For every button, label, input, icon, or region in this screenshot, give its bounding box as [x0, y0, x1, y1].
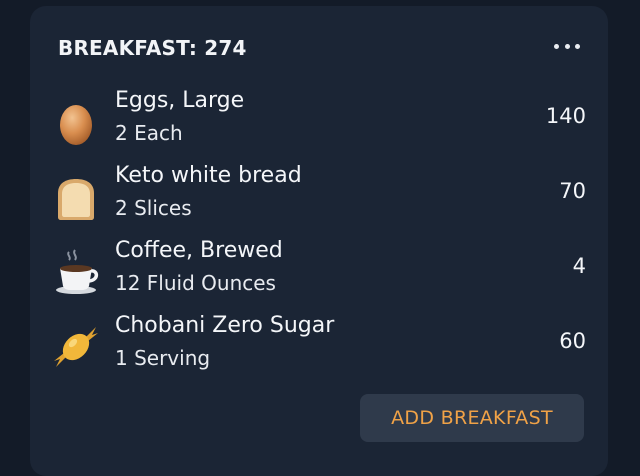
food-quantity: 1 Serving — [115, 346, 211, 370]
food-item-coffee[interactable]: Coffee, Brewed 12 Fluid Ounces 4 — [52, 238, 586, 300]
more-horizontal-icon — [554, 43, 559, 49]
bread-icon — [58, 179, 94, 220]
food-item-eggs[interactable]: Eggs, Large 2 Each 140 — [52, 88, 586, 150]
meal-title: BREAKFAST: 274 — [58, 36, 247, 60]
more-options-button[interactable] — [554, 34, 580, 58]
food-item-bread[interactable]: Keto white bread 2 Slices 70 — [52, 163, 586, 225]
egg-icon — [60, 105, 92, 145]
food-item-chobani[interactable]: Chobani Zero Sugar 1 Serving 60 — [52, 313, 586, 375]
food-calories: 60 — [559, 329, 586, 353]
food-quantity: 2 Each — [115, 121, 183, 145]
more-dot — [564, 43, 570, 49]
food-calories: 4 — [572, 254, 586, 278]
more-dot — [575, 43, 580, 49]
food-name: Chobani Zero Sugar — [115, 313, 335, 338]
candy-icon — [54, 327, 98, 367]
food-calories: 70 — [559, 179, 586, 203]
food-quantity: 2 Slices — [115, 196, 192, 220]
food-quantity: 12 Fluid Ounces — [115, 271, 276, 295]
breakfast-card: BREAKFAST: 274 Eggs, Large 2 Each 140 Ke… — [30, 6, 608, 476]
food-calories: 140 — [545, 104, 586, 128]
meal-header: BREAKFAST: 274 — [58, 36, 580, 60]
food-name: Coffee, Brewed — [115, 238, 283, 263]
add-breakfast-button[interactable]: ADD BREAKFAST — [360, 394, 584, 442]
food-name: Eggs, Large — [115, 88, 245, 113]
coffee-icon — [56, 249, 99, 294]
food-name: Keto white bread — [115, 163, 302, 188]
